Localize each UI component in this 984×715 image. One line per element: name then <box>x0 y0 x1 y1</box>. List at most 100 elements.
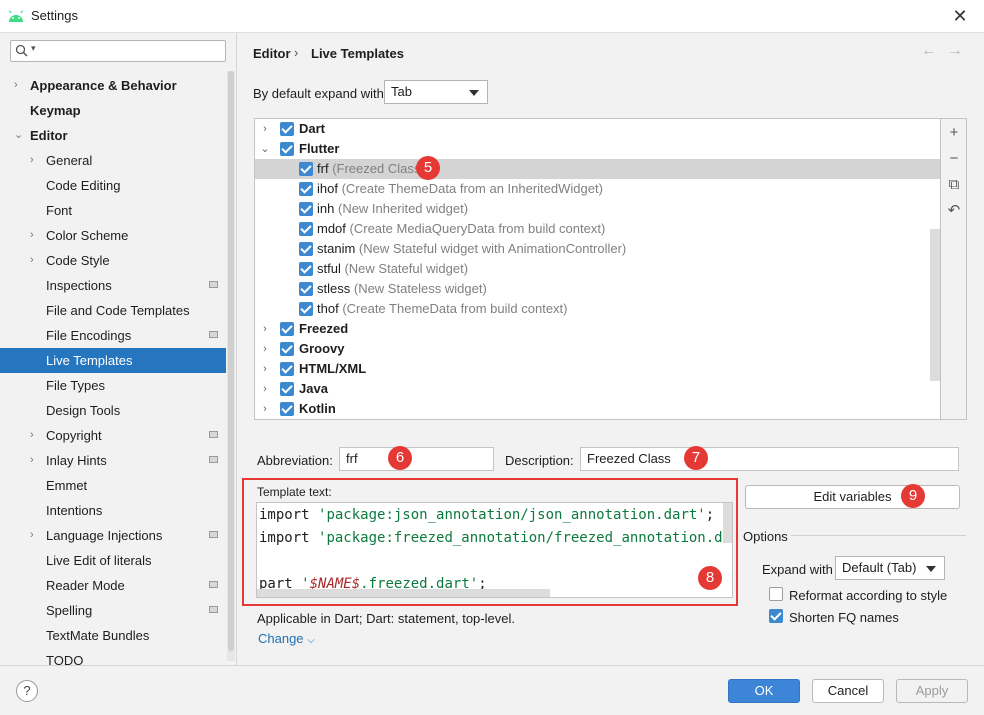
enabled-checkbox[interactable] <box>299 302 313 316</box>
sidebar-item[interactable]: Inspections <box>0 273 226 298</box>
expand-with-combo[interactable]: Tab <box>384 80 488 104</box>
sidebar-item[interactable]: › Copyright <box>0 423 226 448</box>
enabled-checkbox[interactable] <box>280 122 294 136</box>
template-group-row[interactable]: ⌄ Flutter <box>255 139 940 159</box>
sidebar-item[interactable]: File Encodings <box>0 323 226 348</box>
sidebar-item[interactable]: Reader Mode <box>0 573 226 598</box>
enabled-checkbox[interactable] <box>299 202 313 216</box>
enabled-checkbox[interactable] <box>299 242 313 256</box>
chevron-right-icon[interactable]: › <box>260 359 270 379</box>
sidebar-scrollbar[interactable] <box>228 71 234 651</box>
template-row[interactable]: stless (New Stateless widget) <box>255 279 940 299</box>
sidebar-item[interactable]: › Color Scheme <box>0 223 226 248</box>
sidebar-item[interactable]: › Code Style <box>0 248 226 273</box>
enabled-checkbox[interactable] <box>299 222 313 236</box>
enabled-checkbox[interactable] <box>280 142 294 156</box>
template-row[interactable]: mdof (Create MediaQueryData from build c… <box>255 219 940 239</box>
project-settings-icon <box>209 456 218 463</box>
chevron-right-icon[interactable]: › <box>260 379 270 399</box>
enabled-checkbox[interactable] <box>280 342 294 356</box>
chevron-right-icon[interactable]: › <box>30 248 40 273</box>
apply-button[interactable]: Apply <box>896 679 968 703</box>
chevron-right-icon[interactable]: › <box>260 339 270 359</box>
template-text-editor[interactable]: import 'package:json_annotation/json_ann… <box>256 502 733 598</box>
sidebar-item[interactable]: TODO <box>0 648 226 665</box>
sidebar-item[interactable]: Spelling <box>0 598 226 623</box>
enabled-checkbox[interactable] <box>299 262 313 276</box>
options-expand-combo[interactable]: Default (Tab) <box>835 556 945 580</box>
template-row[interactable]: frf (Freezed Class) <box>255 159 940 179</box>
abbreviation-field[interactable]: frf <box>339 447 494 471</box>
sidebar-item[interactable]: › Appearance & Behavior <box>0 73 226 98</box>
back-arrow-icon[interactable]: ← <box>921 42 937 60</box>
sidebar-item[interactable]: ⌄ Editor <box>0 123 226 148</box>
chevron-down-icon[interactable]: ⌄ <box>14 123 24 148</box>
edit-variables-button[interactable]: Edit variables <box>745 485 960 509</box>
remove-icon[interactable]: − <box>941 147 967 171</box>
template-row[interactable]: stanim (New Stateful widget with Animati… <box>255 239 940 259</box>
sidebar-item[interactable]: File Types <box>0 373 226 398</box>
editor-horizontal-scrollbar[interactable] <box>257 589 550 597</box>
chevron-right-icon[interactable]: › <box>30 448 40 473</box>
enabled-checkbox[interactable] <box>280 362 294 376</box>
sidebar-item[interactable]: Live Edit of literals <box>0 548 226 573</box>
enabled-checkbox[interactable] <box>299 282 313 296</box>
template-abbreviation: frf (Freezed Class) <box>317 159 425 179</box>
template-row[interactable]: thof (Create ThemeData from build contex… <box>255 299 940 319</box>
enabled-checkbox[interactable] <box>280 322 294 336</box>
editor-vertical-scrollbar[interactable] <box>723 503 732 543</box>
chevron-right-icon[interactable]: › <box>30 523 40 548</box>
sidebar-item[interactable]: Live Templates <box>0 348 226 373</box>
description-field[interactable]: Freezed Class <box>580 447 959 471</box>
add-icon[interactable]: + <box>941 121 967 145</box>
reformat-checkbox[interactable] <box>769 587 783 601</box>
sidebar-item[interactable]: Font <box>0 198 226 223</box>
sidebar-item[interactable]: Keymap <box>0 98 226 123</box>
restore-icon[interactable]: ↶ <box>941 199 967 223</box>
template-group-row[interactable]: › Java <box>255 379 940 399</box>
sidebar-item-label: Live Templates <box>46 353 133 368</box>
sidebar-item[interactable]: TextMate Bundles <box>0 623 226 648</box>
chevron-down-icon[interactable]: ⌄ <box>260 139 270 159</box>
enabled-checkbox[interactable] <box>299 162 313 176</box>
change-contexts-link[interactable]: Change ⌵ <box>258 631 315 646</box>
ok-button[interactable]: OK <box>728 679 800 703</box>
template-row[interactable]: stful (New Stateful widget) <box>255 259 940 279</box>
search-input[interactable]: ▾ <box>10 40 226 62</box>
chevron-right-icon[interactable]: › <box>260 399 270 419</box>
copy-icon[interactable]: ⧉ <box>941 173 967 197</box>
sidebar-item-label: Color Scheme <box>46 228 129 243</box>
chevron-right-icon[interactable]: › <box>260 319 270 339</box>
template-group-row[interactable]: › Freezed <box>255 319 940 339</box>
sidebar-item[interactable]: › General <box>0 148 226 173</box>
sidebar-item[interactable]: Design Tools <box>0 398 226 423</box>
chevron-right-icon[interactable]: › <box>14 73 24 98</box>
sidebar-item[interactable]: › Inlay Hints <box>0 448 226 473</box>
abbreviation-value: frf <box>346 451 358 466</box>
template-group-row[interactable]: › Dart <box>255 119 940 139</box>
template-group-row[interactable]: › HTML/XML <box>255 359 940 379</box>
template-row[interactable]: inh (New Inherited widget) <box>255 199 940 219</box>
sidebar-item[interactable]: Emmet <box>0 473 226 498</box>
forward-arrow-icon[interactable]: → <box>947 42 963 60</box>
template-tree-scrollbar[interactable] <box>930 229 940 381</box>
chevron-right-icon[interactable]: › <box>260 119 270 139</box>
help-icon[interactable]: ? <box>16 680 38 702</box>
close-icon[interactable]: ✕ <box>948 4 972 28</box>
cancel-button[interactable]: Cancel <box>812 679 884 703</box>
enabled-checkbox[interactable] <box>280 382 294 396</box>
enabled-checkbox[interactable] <box>280 402 294 416</box>
enabled-checkbox[interactable] <box>299 182 313 196</box>
template-group-row[interactable]: › Kotlin <box>255 399 940 419</box>
shorten-fq-checkbox[interactable] <box>769 609 783 623</box>
sidebar-item[interactable]: File and Code Templates <box>0 298 226 323</box>
chevron-right-icon[interactable]: › <box>30 223 40 248</box>
template-group-row[interactable]: › Groovy <box>255 339 940 359</box>
chevron-right-icon[interactable]: › <box>30 148 40 173</box>
sidebar-item[interactable]: Intentions <box>0 498 226 523</box>
template-row[interactable]: ihof (Create ThemeData from an Inherited… <box>255 179 940 199</box>
sidebar-item[interactable]: › Language Injections <box>0 523 226 548</box>
chevron-right-icon[interactable]: › <box>30 423 40 448</box>
breadcrumb-editor[interactable]: Editor <box>253 46 291 61</box>
sidebar-item[interactable]: Code Editing <box>0 173 226 198</box>
